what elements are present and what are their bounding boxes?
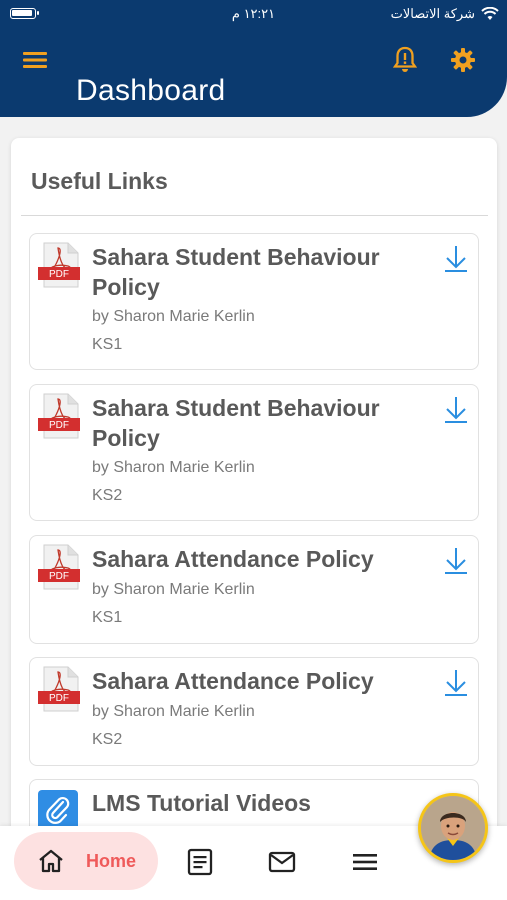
pdf-file-icon: PDF — [38, 544, 80, 590]
avatar[interactable] — [418, 793, 488, 863]
link-author: by Sharon Marie Kerlin — [92, 581, 255, 598]
nav-documents[interactable] — [186, 848, 214, 876]
link-title: Sahara Attendance Policy — [92, 546, 374, 572]
wifi-icon — [481, 7, 499, 20]
notifications-button[interactable] — [391, 45, 419, 75]
app-header: ١٢:٢١ م شركة الاتصالات Dashboard — [0, 0, 507, 117]
link-stage: KS2 — [92, 731, 123, 748]
nav-more[interactable] — [351, 848, 379, 876]
menu-lines-icon — [353, 854, 377, 870]
nav-home-label: Home — [86, 851, 137, 871]
pdf-file-icon: PDF — [38, 666, 80, 712]
link-author: by Sharon Marie Kerlin — [92, 308, 255, 325]
download-icon[interactable] — [444, 395, 468, 423]
link-stage: KS1 — [92, 609, 123, 626]
link-item[interactable]: PDF Sahara Attendance Policy by Sharon M… — [29, 657, 479, 766]
menu-button[interactable] — [22, 48, 48, 72]
carrier-name: شركة الاتصالات — [390, 6, 475, 21]
pdf-file-icon: PDF — [38, 242, 80, 288]
link-item[interactable]: PDF Sahara Student Behaviour Policy by S… — [29, 384, 479, 521]
pdf-label: PDF — [49, 571, 69, 582]
settings-button[interactable] — [449, 45, 477, 75]
useful-links-card: Useful Links PDF Sahara Student Behaviou… — [11, 138, 497, 859]
link-item[interactable]: PDF Sahara Student Behaviour Policy by S… — [29, 233, 479, 370]
pdf-label: PDF — [49, 693, 69, 704]
status-bar: ١٢:٢١ م شركة الاتصالات — [0, 0, 507, 26]
download-icon[interactable] — [444, 668, 468, 696]
link-title: Sahara Attendance Policy — [92, 668, 374, 694]
attachment-icon — [38, 790, 78, 830]
link-stage: KS1 — [92, 336, 123, 353]
link-author: by Sharon Marie Kerlin — [92, 459, 255, 476]
bell-alert-icon — [393, 46, 417, 72]
gear-icon — [451, 48, 475, 72]
divider — [21, 215, 488, 216]
link-item[interactable]: PDF Sahara Attendance Policy by Sharon M… — [29, 535, 479, 644]
download-icon[interactable] — [444, 244, 468, 272]
link-title: Sahara Student Behaviour Policy — [92, 395, 380, 451]
link-stage: KS2 — [92, 487, 123, 504]
section-title: Useful Links — [31, 168, 168, 194]
document-list-icon — [187, 848, 213, 876]
carrier-info: شركة الاتصالات — [391, 6, 499, 22]
pdf-label: PDF — [49, 269, 69, 280]
avatar-illustration — [421, 796, 485, 860]
mail-icon — [268, 851, 296, 873]
nav-messages[interactable] — [268, 848, 296, 876]
home-icon — [39, 849, 63, 873]
link-title: Sahara Student Behaviour Policy — [92, 244, 380, 300]
pdf-file-icon: PDF — [38, 393, 80, 439]
pdf-label: PDF — [49, 420, 69, 431]
avatar-photo — [421, 796, 485, 860]
nav-home[interactable]: Home — [14, 832, 158, 890]
page-title: Dashboard — [76, 74, 226, 107]
link-author: by Sharon Marie Kerlin — [92, 703, 255, 720]
link-title: LMS Tutorial Videos — [92, 790, 311, 816]
hamburger-icon — [23, 52, 47, 68]
download-icon[interactable] — [444, 546, 468, 574]
